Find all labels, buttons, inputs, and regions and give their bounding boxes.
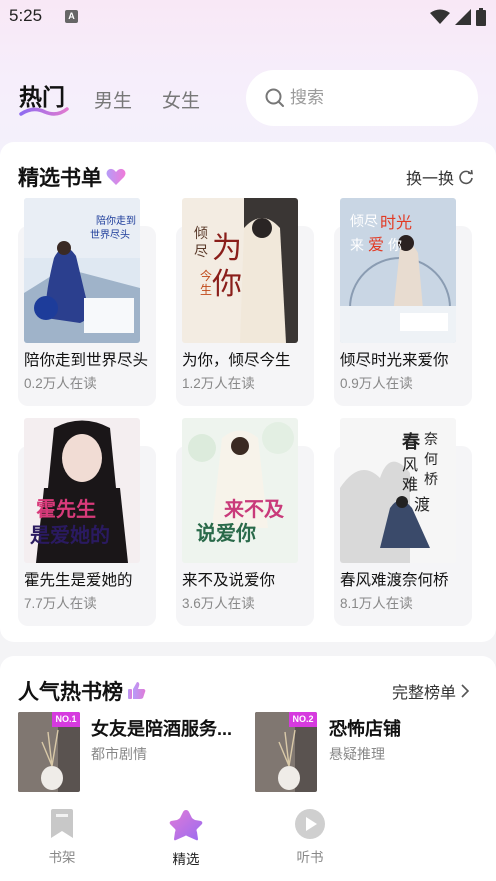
svg-text:倾尽: 倾尽: [350, 214, 378, 230]
book-card[interactable]: 春 奈 风 何 难 桥 渡 春风难渡奈何桥 8.1万人在读: [334, 418, 474, 626]
nav-label: 精选: [172, 852, 200, 867]
book-title: 霍先生是爱她的: [24, 572, 133, 589]
shuffle-label: 换一换: [406, 171, 455, 188]
svg-text:你: 你: [388, 238, 402, 254]
svg-text:尽: 尽: [194, 244, 208, 260]
featured-title: 精选书单: [18, 162, 126, 192]
svg-text:何: 何: [424, 452, 438, 468]
rank-genre: 都市剧情: [91, 746, 147, 762]
thumbs-up-icon: [128, 682, 146, 699]
nav-audiobook[interactable]: 听书: [260, 794, 360, 881]
book-card[interactable]: 倾 尽 为 今 生 你 为你，倾尽今生 1.2万人在读: [176, 198, 316, 406]
star-icon: [169, 810, 203, 841]
svg-text:是爱她的: 是爱她的: [29, 523, 110, 547]
book-title: 为你，倾尽今生: [182, 352, 291, 369]
book-title: 来不及说爱你: [182, 572, 276, 589]
book-title: 春风难渡奈何桥: [340, 572, 449, 589]
status-bar: 5:25 A: [0, 0, 496, 34]
svg-text:为: 为: [212, 231, 242, 266]
full-ranking-label: 完整榜单: [392, 685, 457, 702]
rank-title: 女友是陪酒服务...: [91, 719, 233, 739]
svg-text:难: 难: [402, 475, 418, 494]
heart-icon: [106, 168, 126, 185]
book-readers: 0.9万人在读: [340, 376, 413, 391]
ranking-title: 人气热书榜: [18, 676, 147, 706]
battery-icon: [476, 8, 486, 26]
nav-bookshelf[interactable]: 书架: [12, 794, 112, 881]
svg-text:爱: 爱: [368, 235, 384, 254]
book-card[interactable]: 霍先生 是爱她的 霍先生是爱她的 7.7万人在读: [18, 418, 158, 626]
rank-cover: NO.2: [255, 712, 317, 792]
svg-text:世界尽头: 世界尽头: [90, 229, 130, 241]
signal-icon: [455, 9, 471, 25]
rank-genre: 悬疑推理: [329, 746, 385, 762]
book-readers: 3.6万人在读: [182, 596, 255, 611]
svg-text:春: 春: [402, 431, 421, 453]
status-time: 5:25: [9, 6, 43, 25]
book-cover: 陪你走到 世界尽头: [24, 198, 140, 343]
book-cover: 来不及 说爱你: [182, 418, 298, 563]
svg-text:倾: 倾: [194, 226, 208, 242]
book-cover: 倾尽 时光 来 爱 你: [340, 198, 456, 343]
book-cover: 倾 尽 为 今 生 你: [182, 198, 298, 343]
featured-section: 精选书单 换一换 陪你走到 世界尽头 陪你走到世界尽头 0.2万人在读 倾 尽 …: [0, 142, 496, 642]
bottom-nav: 书架 精选 听书: [0, 794, 496, 881]
svg-text:奈: 奈: [424, 432, 438, 448]
featured-title-text: 精选书单: [18, 167, 102, 190]
nav-label: 听书: [296, 850, 324, 865]
nav-label: 书架: [48, 850, 76, 865]
book-title: 陪你走到世界尽头: [24, 352, 149, 369]
book-card[interactable]: 陪你走到 世界尽头 陪你走到世界尽头 0.2万人在读: [18, 198, 158, 406]
full-ranking-link[interactable]: 完整榜单: [392, 679, 470, 703]
svg-text:来不及: 来不及: [223, 497, 285, 521]
tab-male[interactable]: 男生: [94, 86, 132, 113]
book-readers: 8.1万人在读: [340, 596, 413, 611]
search-bar[interactable]: [246, 70, 478, 126]
book-title: 倾尽时光来爱你: [340, 352, 449, 369]
svg-text:时光: 时光: [380, 213, 412, 232]
system-icons: [430, 8, 486, 26]
rank-badge: NO.1: [52, 712, 80, 727]
book-readers: 0.2万人在读: [24, 376, 97, 391]
svg-text:来: 来: [350, 238, 364, 254]
search-icon: [265, 88, 284, 107]
tab-female[interactable]: 女生: [162, 86, 200, 113]
shuffle-button[interactable]: 换一换: [406, 165, 474, 189]
book-readers: 1.2万人在读: [182, 376, 255, 391]
rank-cover: NO.1: [18, 712, 80, 792]
book-card[interactable]: 倾尽 时光 来 爱 你 倾尽时光来爱你 0.9万人在读: [334, 198, 474, 406]
book-card[interactable]: 来不及 说爱你 来不及说爱你 3.6万人在读: [176, 418, 316, 626]
rank-badge: NO.2: [289, 712, 317, 727]
refresh-icon: [459, 169, 473, 185]
svg-text:生: 生: [200, 283, 212, 297]
ranking-section: 人气热书榜 完整榜单 NO.1 女友是陪酒服务... 都市剧情 NO.2 恐怖店…: [0, 656, 496, 806]
svg-text:霍先生: 霍先生: [36, 497, 96, 521]
svg-text:渡: 渡: [414, 495, 430, 514]
cover-title: 陪你走到: [96, 214, 136, 227]
wifi-icon: [430, 9, 450, 24]
chevron-right-icon: [461, 684, 470, 698]
svg-text:风: 风: [402, 455, 418, 474]
play-icon: [295, 809, 325, 839]
book-readers: 7.7万人在读: [24, 596, 97, 611]
nav-featured[interactable]: 精选: [136, 794, 236, 881]
book-cover: 春 奈 风 何 难 桥 渡: [340, 418, 456, 563]
svg-text:今: 今: [200, 268, 212, 283]
search-input[interactable]: [290, 88, 450, 108]
ranking-title-text: 人气热书榜: [18, 681, 123, 704]
notification-icon: A: [65, 10, 78, 23]
active-tab-indicator: [19, 107, 69, 116]
rank-title: 恐怖店铺: [329, 719, 401, 739]
book-cover: 霍先生 是爱她的: [24, 418, 140, 563]
bookmark-icon: [51, 809, 73, 838]
svg-text:说爱你: 说爱你: [196, 521, 256, 545]
svg-text:桥: 桥: [424, 472, 438, 488]
svg-text:你: 你: [212, 267, 242, 302]
